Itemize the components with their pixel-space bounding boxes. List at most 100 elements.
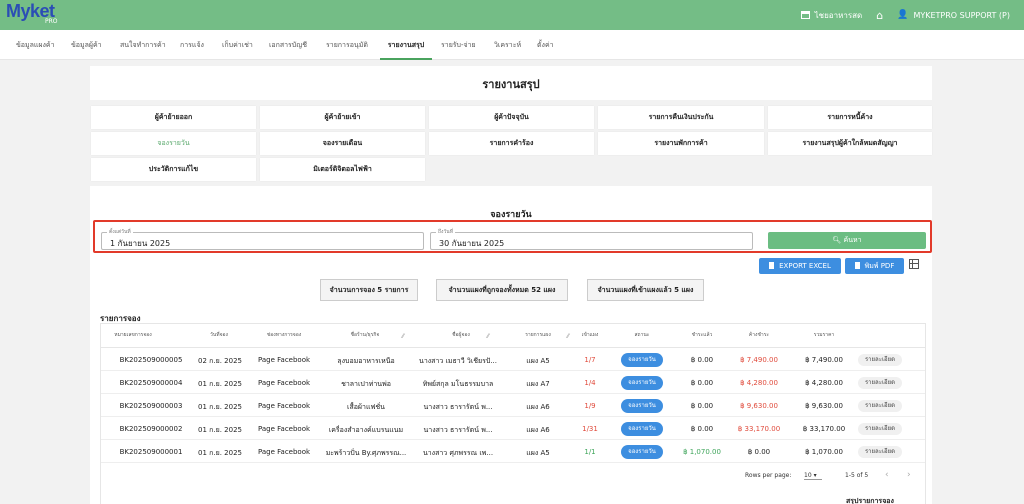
file-icon bbox=[854, 262, 860, 269]
tile-edit-history[interactable]: ประวัติการแก้ไข bbox=[91, 158, 256, 181]
cell-date: 01 ก.ย. 2025 bbox=[198, 380, 242, 388]
cell-date: 01 ก.ย. 2025 bbox=[198, 426, 242, 434]
tile-outstanding-debts[interactable]: รายการหนี้ค้าง bbox=[768, 106, 932, 129]
nav-item-analysis[interactable]: วิเคราะห์ bbox=[494, 30, 521, 60]
date-search-form: ตั้งแต่วันที่ 1 กันยายน 2025 ถึงวันที่ 3… bbox=[93, 220, 932, 253]
table-settings-icon[interactable] bbox=[909, 259, 919, 269]
search-button[interactable]: 🔍︎ ค้นหา bbox=[768, 232, 926, 249]
table-row: BK202509000003 01 ก.ย. 2025 Page Faceboo… bbox=[101, 394, 925, 417]
col-booking-date[interactable]: วันที่จอง bbox=[201, 331, 237, 339]
date-from-field[interactable]: ตั้งแต่วันที่ 1 กันยายน 2025 bbox=[101, 228, 424, 250]
cell-shop: เครื่องสำอางค์แบรนแนม bbox=[328, 426, 404, 434]
cell-booker: นางสาว เมธาวี วิเชียรปั... bbox=[419, 357, 497, 365]
booking-summary-heading: สรุปรายการจอง bbox=[846, 497, 894, 504]
booking-table: หมายเลขการจอง วันที่จอง ช่องทางการจอง ชื… bbox=[100, 323, 926, 504]
cell-date: 01 ก.ย. 2025 bbox=[198, 449, 242, 457]
nav-item-vendors[interactable]: ข้อมูลผู้ค้า bbox=[71, 30, 102, 60]
date-from-label: ตั้งแต่วันที่ bbox=[107, 228, 133, 236]
tile-expiring-contracts[interactable]: รายงานสรุปผู้ค้าใกล้หมดสัญญา bbox=[768, 132, 932, 155]
search-icon: 🔍︎ bbox=[832, 236, 844, 244]
tile-vendors-moved-out[interactable]: ผู้ค้าย้ายออก bbox=[91, 106, 256, 129]
cell-stall: แผง A7 bbox=[526, 380, 550, 388]
col-total[interactable]: รวมราคา bbox=[809, 331, 839, 339]
nav-item-stalls[interactable]: ข้อมูลแผงค้า bbox=[16, 30, 55, 60]
cell-booking-id: BK202509000002 bbox=[119, 425, 183, 433]
col-booking-id[interactable]: หมายเลขการจอง bbox=[105, 331, 161, 339]
nav-item-reports[interactable]: รายงานสรุป bbox=[380, 30, 432, 60]
home-button[interactable]: ⌂ bbox=[876, 10, 883, 21]
date-to-field[interactable]: ถึงวันที่ 30 กันยายน 2025 bbox=[430, 228, 753, 250]
cell-booking-id: BK202509000005 bbox=[119, 356, 183, 364]
cell-date: 01 ก.ย. 2025 bbox=[198, 403, 242, 411]
prev-page-icon[interactable]: ‹ bbox=[885, 470, 889, 480]
col-paid[interactable]: ชำระแล้ว bbox=[687, 331, 717, 339]
tile-suspended-trade[interactable]: รายงานพักการค้า bbox=[598, 132, 764, 155]
table-row: BK202509000002 01 ก.ย. 2025 Page Faceboo… bbox=[101, 417, 925, 440]
detail-button[interactable]: รายละเอียด bbox=[858, 377, 902, 389]
cell-channel: Page Facebook bbox=[257, 379, 311, 387]
rows-per-page-select[interactable]: 10 ▾ bbox=[804, 472, 822, 480]
tile-digital-meter[interactable]: มิเตอร์ดิจิตอลไฟฟ้า bbox=[260, 158, 425, 181]
cell-checkin: 1/4 bbox=[584, 379, 596, 387]
cell-shop: มะพร้าวปั่น By.ศุภพรรณ... bbox=[325, 449, 407, 457]
table-row: BK202509000004 01 ก.ย. 2025 Page Faceboo… bbox=[101, 371, 925, 394]
next-page-icon[interactable]: › bbox=[907, 470, 911, 480]
tile-requests[interactable]: รายการคำร้อง bbox=[429, 132, 594, 155]
date-to-value: 30 กันยายน 2025 bbox=[439, 239, 505, 248]
summary-bookings: จำนวนการจอง 5 รายการ bbox=[320, 279, 418, 301]
user-menu[interactable]: 👤 MYKETPRO SUPPORT (P) bbox=[897, 10, 1010, 20]
cell-due: ฿ 9,630.00 bbox=[740, 402, 778, 410]
tile-deposit-refunds[interactable]: รายการคืนเงินประกัน bbox=[598, 106, 764, 129]
detail-button[interactable]: รายละเอียด bbox=[858, 423, 902, 435]
cell-channel: Page Facebook bbox=[257, 356, 311, 364]
nav-item-accounting[interactable]: เอกสารบัญชี bbox=[269, 30, 307, 60]
nav-item-notices[interactable]: การแจ้ง bbox=[180, 30, 204, 60]
print-pdf-button[interactable]: พิมพ์ PDF bbox=[845, 258, 904, 274]
cell-booker: นางสาว ธารารัตน์ พ... bbox=[423, 426, 493, 434]
detail-button[interactable]: รายละเอียด bbox=[858, 446, 902, 458]
cell-channel: Page Facebook bbox=[257, 448, 311, 456]
table-pagination: Rows per page: 10 ▾ 1-5 of 5 ‹ › bbox=[101, 464, 925, 504]
sort-icon[interactable]: ⁄⁄ bbox=[567, 333, 569, 340]
cell-stall: แผง A5 bbox=[526, 449, 550, 457]
nav-item-income-expense[interactable]: รายรับ-จ่าย bbox=[441, 30, 476, 60]
tile-current-vendors[interactable]: ผู้ค้าปัจจุบัน bbox=[429, 106, 594, 129]
table-row: BK202509000005 02 ก.ย. 2025 Page Faceboo… bbox=[101, 348, 925, 371]
cell-checkin: 1/31 bbox=[582, 425, 598, 433]
main-nav: ข้อมูลแผงค้า ข้อมูลผู้ค้า สนใจทำการค้า ก… bbox=[0, 30, 1024, 60]
col-status[interactable]: สถานะ bbox=[629, 331, 655, 339]
cell-due: ฿ 4,280.00 bbox=[740, 379, 778, 387]
date-from-value: 1 กันยายน 2025 bbox=[110, 239, 171, 248]
detail-button[interactable]: รายละเอียด bbox=[858, 354, 902, 366]
export-excel-button[interactable]: EXPORT EXCEL bbox=[759, 258, 841, 274]
tile-daily-booking[interactable]: จองรายวัน bbox=[91, 132, 256, 155]
cell-paid: ฿ 0.00 bbox=[690, 402, 714, 410]
nav-item-interested[interactable]: สนใจทำการค้า bbox=[120, 30, 166, 60]
page-title-card: รายงานสรุป bbox=[90, 66, 932, 100]
detail-button[interactable]: รายละเอียด bbox=[858, 400, 902, 412]
sort-icon[interactable]: ⁄⁄ bbox=[487, 333, 489, 340]
cell-shop: ชาลาเปาท่านพ่อ bbox=[341, 380, 391, 388]
col-due[interactable]: ค้างชำระ bbox=[744, 331, 774, 339]
cell-booking-id: BK202509000003 bbox=[119, 402, 183, 410]
section-title: จองรายวัน bbox=[490, 210, 532, 220]
summary-total-stalls: จำนวนแผงที่ถูกจองทั้งหมด 52 แผง bbox=[436, 279, 568, 301]
col-booker[interactable]: ชื่อผู้จอง bbox=[441, 331, 481, 339]
store-selector[interactable]: ไชยอาหารสด bbox=[800, 9, 863, 22]
col-shop-name[interactable]: ชื่อร้าน/ธุรกิจ bbox=[341, 331, 389, 339]
status-badge: จองรายวัน bbox=[621, 376, 663, 390]
cell-paid: ฿ 0.00 bbox=[690, 356, 714, 364]
store-name: ไชยอาหารสด bbox=[814, 10, 863, 20]
tile-monthly-booking[interactable]: จองรายเดือน bbox=[260, 132, 425, 155]
nav-item-rent[interactable]: เก็บค่าเช่า bbox=[222, 30, 253, 60]
print-pdf-label: พิมพ์ PDF bbox=[864, 262, 895, 270]
sort-icon[interactable]: ⁄⁄ bbox=[402, 333, 404, 340]
page-title: รายงานสรุป bbox=[482, 78, 540, 91]
col-stall[interactable]: รายการแผง bbox=[518, 331, 558, 339]
col-channel[interactable]: ช่องทางการจอง bbox=[259, 331, 309, 339]
tile-vendors-moved-in[interactable]: ผู้ค้าย้ายเข้า bbox=[260, 106, 425, 129]
col-checkin[interactable]: เข้าแผง bbox=[577, 331, 603, 339]
nav-item-approvals[interactable]: รายการอนุมัติ bbox=[326, 30, 368, 60]
nav-item-settings[interactable]: ตั้งค่า bbox=[537, 30, 554, 60]
cell-channel: Page Facebook bbox=[257, 425, 311, 433]
